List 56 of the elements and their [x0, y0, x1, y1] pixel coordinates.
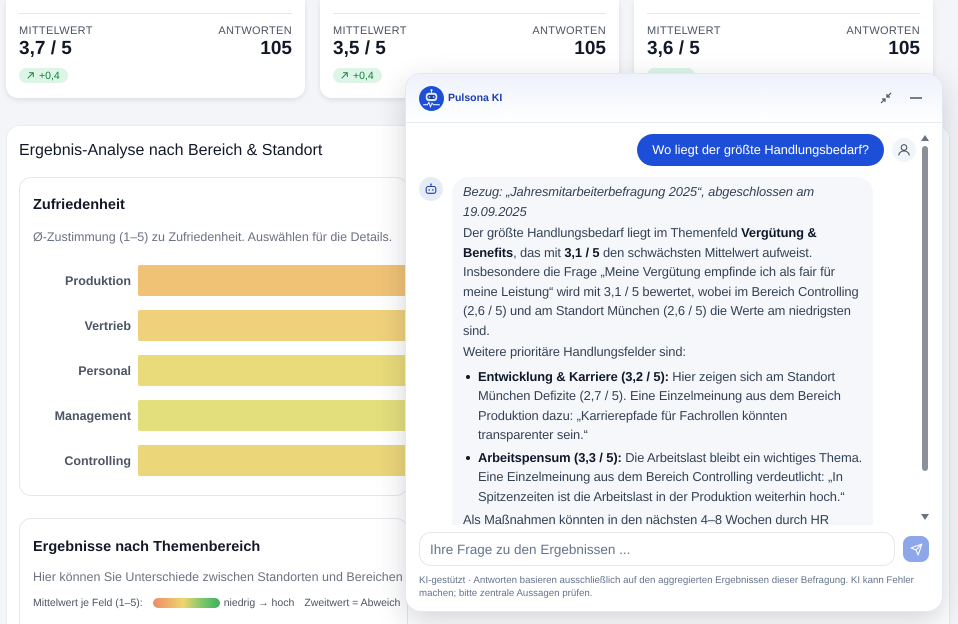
legend-note: Zweitwert = Abweich	[304, 596, 400, 611]
chat-title: Pulsona KI	[448, 92, 502, 104]
question-input[interactable]: Ihre Frage zu den Ergebnissen ...	[419, 532, 895, 566]
bar-label: Personal	[78, 364, 131, 378]
collapse-icon[interactable]	[880, 92, 892, 104]
kpi-value: 3,6 / 5	[647, 38, 700, 60]
bar-label: Vertrieb	[84, 318, 131, 332]
source-note: Bezug: „Jahresmitarbeiterbefragung 2025“, abgeschlossen am 19.09.2025	[463, 183, 816, 220]
kpi-label: MITTELWERT	[19, 24, 93, 38]
card-title: Ergebnisse nach Themenbereich	[33, 538, 260, 557]
minimize-icon[interactable]	[910, 97, 922, 99]
trend-arrow-icon	[341, 72, 348, 79]
bar-label: Management	[54, 408, 131, 422]
trend-value: +0,4	[353, 70, 374, 82]
kpi-value: 3,5 / 5	[333, 38, 386, 60]
answer-paragraph: Der größte Handlungsbedarf liegt im Themenfeld Vergütung & Benefits, das mit 3,1 / 5 den schwächsten Mittelwert aufweist. Insbesondere die Frage „Meine Vergütung empfinde ich als fair für meine Leistung“ wird mit 3,1 / 5 bewertet, wobei im Bereich Controlling (2,6 / 5) und am Standort München (2,6 / 5) die Werte am niedrigsten sind.	[463, 224, 860, 340]
kpi-value: 105	[260, 38, 292, 60]
bar-label: Controlling	[64, 454, 131, 468]
card-title: Zufriedenheit	[33, 196, 125, 215]
list-item-text: Entwicklung & Karriere (3,2 / 5): Hier zeigen sich am Standort München Defizite (2,7 / 5). Eine Einzelmeinung aus dem Bereich Produktion dazu: „Karrierepfade für Fachrollen könnten transparenter sein.“	[478, 368, 842, 444]
send-icon	[910, 542, 922, 556]
card-subtitle: Hier können Sie Unterschiede zwischen Standorten und Bereichen	[33, 569, 403, 585]
trend-arrow-icon	[27, 72, 34, 79]
bar-label: Produktion	[65, 274, 131, 288]
scrollbar-thumb[interactable]	[922, 146, 928, 471]
panel-title: Ergebnis-Analyse nach Bereich & Standort	[19, 141, 322, 161]
scroll-down-icon[interactable]	[921, 514, 929, 520]
legend-label: Mittelwert je Feld (1–5):	[33, 596, 143, 611]
bar[interactable]	[138, 445, 407, 476]
kpi-label: ANTWORTEN	[218, 24, 292, 38]
kpi-label: ANTWORTEN	[846, 24, 920, 38]
disclaimer-text: KI-gestützt · Antworten basieren ausschließlich auf den aggregierten Ergebnissen dieser Befragung. KI kann Fehler machen; bitte zentrale Aussagen prüfen.	[419, 574, 915, 600]
trend-value: +0,4	[39, 70, 60, 82]
robot-logo-icon	[419, 86, 444, 110]
scroll-up-icon[interactable]	[921, 135, 929, 141]
bar[interactable]	[138, 265, 407, 296]
gradient-swatch-icon	[152, 598, 220, 608]
card-subtitle: Ø-Zustimmung (1–5) zu Zufriedenheit. Auswählen für die Details.	[33, 229, 392, 245]
kpi-value: 3,7 / 5	[19, 38, 72, 60]
bullet-icon	[466, 456, 470, 460]
list-item-text: Arbeitspensum (3,3 / 5): Die Arbeitslast bleibt ein wichtiges Thema. Eine Einzelmeinung aus dem Bereich Controlling verdeutlicht: „In Spitzenzeiten ist die Arbeitslast in der Produktion weiterhin hoch.“	[478, 448, 864, 506]
kpi-label: MITTELWERT	[333, 24, 407, 38]
kpi-value: 105	[574, 38, 606, 60]
user-avatar-icon	[892, 138, 916, 162]
answer-paragraph: Weitere prioritäre Handlungsfelder sind:	[463, 343, 687, 361]
robot-avatar-icon	[419, 177, 443, 201]
bullet-icon	[466, 374, 470, 378]
kpi-value: 105	[888, 38, 920, 60]
kpi-label: MITTELWERT	[647, 24, 721, 38]
bar[interactable]	[138, 310, 407, 341]
kpi-label: ANTWORTEN	[532, 24, 606, 38]
scale-caption: niedrig → hoch	[224, 596, 294, 611]
answer-paragraph: Als Maßnahmen könnten in den nächsten 4–8 Wochen durch HR	[463, 511, 830, 525]
bar[interactable]	[138, 355, 407, 386]
user-message: Wo liegt der größte Handlungsbedarf?	[637, 134, 884, 166]
bar[interactable]	[138, 400, 407, 431]
